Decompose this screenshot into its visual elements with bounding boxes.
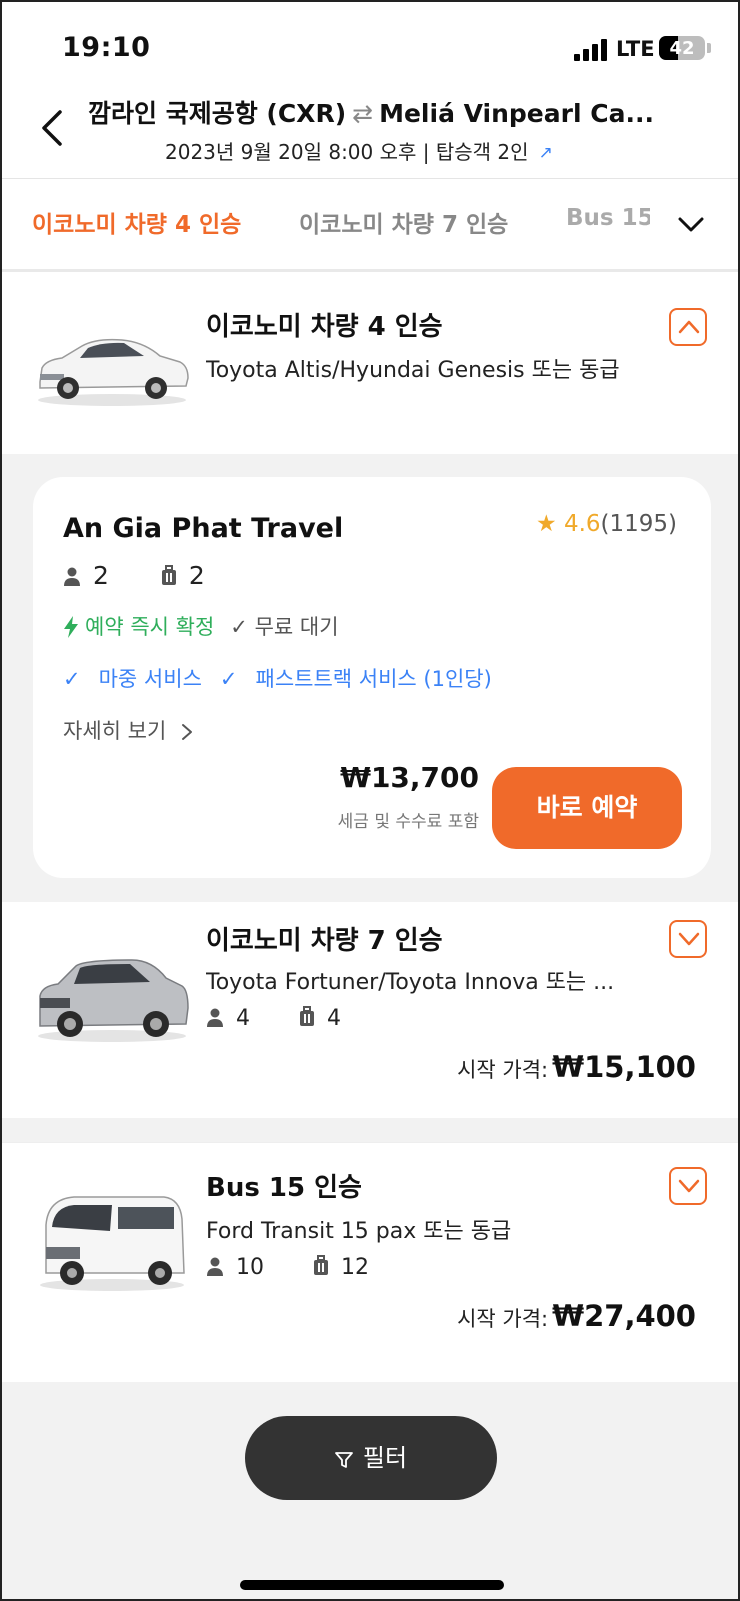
star-icon: ★: [536, 511, 557, 537]
chevron-right-icon: [181, 724, 192, 740]
check-icon: ✓: [219, 667, 238, 691]
from-price-value: ₩15,100: [552, 1050, 696, 1084]
filter-icon: [335, 1452, 353, 1468]
capacity: 4 4: [206, 1006, 383, 1031]
luggage-count: 12: [341, 1255, 369, 1280]
back-button[interactable]: [38, 108, 68, 148]
trip-subtitle[interactable]: 2023년 9월 20일 8:00 오후 | 탑승객 2인 ↗: [165, 136, 553, 165]
luggage-capacity: 12: [313, 1255, 369, 1280]
filter-button[interactable]: 필터: [245, 1416, 497, 1500]
meet-greet: ✓ 마중 서비스: [63, 667, 202, 691]
app-screen: 19:10 LTE 42 깜라인 국제공항 (CXR) ⇄ Meliá Vinpea…: [0, 0, 740, 1601]
offer-price: ₩13,700: [340, 761, 479, 794]
fast-track: ✓ 패스트트랙 서비스 (1인당): [220, 667, 492, 691]
person-icon: [207, 1257, 223, 1276]
vehicle-row-economy-7[interactable]: 이코노미 차량 7 인승 Toyota Fortuner/Toyota Inno…: [2, 902, 738, 1118]
vehicle-title: 이코노미 차량 4 인승: [206, 312, 443, 342]
vehicle-row-economy-4[interactable]: 이코노미 차량 4 인승 Toyota Altis/Hyundai Genesi…: [2, 272, 738, 454]
booking-features: 예약 즉시 확정 ✓ 무료 대기: [63, 611, 339, 641]
book-now-button[interactable]: 바로 예약: [492, 767, 682, 849]
fast-track-label: 패스트트랙 서비스 (1인당): [255, 667, 492, 691]
passenger-capacity: 10: [206, 1255, 264, 1280]
passenger-capacity: 2: [63, 561, 109, 590]
chevron-down-icon[interactable]: [678, 215, 704, 235]
route-header: 깜라인 국제공항 (CXR) ⇄ Meliá Vinpearl Ca... 2023…: [2, 82, 738, 178]
check-icon: ✓: [63, 667, 81, 691]
status-time: 19:10: [62, 32, 151, 63]
tab-bus-15[interactable]: Bus 15: [566, 205, 650, 231]
luggage-count: 2: [188, 561, 205, 590]
vehicle-model: Toyota Fortuner/Toyota Innova 또는 ...: [206, 970, 615, 995]
luggage-icon: [161, 565, 176, 585]
instant-confirm-label: 예약 즉시 확정: [85, 615, 215, 639]
chevron-up-icon: [678, 320, 700, 334]
passenger-count: 10: [236, 1255, 264, 1280]
free-wait: ✓ 무료 대기: [230, 615, 338, 639]
from-price: 시작 가격: ₩15,100: [457, 1050, 696, 1084]
swap-arrow-icon: ⇄: [352, 99, 374, 128]
luggage-icon: [300, 1006, 314, 1026]
signal-icon: [574, 39, 608, 61]
passenger-count: 2: [93, 561, 109, 590]
luggage-capacity: 2: [161, 561, 205, 590]
lightning-icon: [64, 616, 78, 638]
route-title: 깜라인 국제공항 (CXR) ⇄ Meliá Vinpearl Ca...: [88, 94, 654, 130]
tab-economy-7[interactable]: 이코노미 차량 7 인승: [299, 205, 508, 239]
details-link[interactable]: 자세히 보기: [63, 715, 193, 745]
from-price-value: ₩27,400: [552, 1299, 696, 1333]
from-label: 시작 가격:: [457, 1058, 549, 1082]
price-note: 세금 및 수수료 포함: [337, 812, 479, 832]
luggage-count: 4: [327, 1006, 341, 1031]
vehicle-title: Bus 15 인승: [206, 1173, 362, 1203]
check-icon: ✓: [230, 615, 255, 639]
luggage-capacity: 4: [299, 1006, 341, 1031]
chevron-down-icon: [678, 1179, 700, 1193]
van-image: [40, 1196, 185, 1291]
expand-button[interactable]: [669, 920, 707, 958]
offer-card[interactable]: An Gia Phat Travel ★ 4.6(1195) 2 2 예약 즉시…: [33, 477, 711, 878]
battery-level: 42: [669, 38, 695, 59]
filter-label: 필터: [362, 1444, 408, 1472]
network-label: LTE: [616, 37, 655, 61]
battery-tip: [707, 43, 711, 53]
luggage-icon: [314, 1255, 328, 1275]
trip-details: 2023년 9월 20일 8:00 오후 | 탑승객 2인: [165, 140, 529, 164]
review-count: (1195): [600, 511, 677, 537]
service-features: ✓ 마중 서비스 ✓ 패스트트랙 서비스 (1인당): [63, 663, 492, 693]
capacity: 10 12: [206, 1255, 411, 1280]
origin-label: 깜라인 국제공항 (CXR): [88, 99, 347, 128]
person-icon: [64, 567, 80, 586]
collapse-button[interactable]: [669, 308, 707, 346]
destination-label: Meliá Vinpearl Ca...: [379, 99, 654, 128]
rating: ★ 4.6(1195): [536, 511, 677, 537]
back-arrow-icon: [42, 110, 62, 146]
passenger-count: 4: [236, 1006, 250, 1031]
vehicle-title: 이코노미 차량 7 인승: [206, 926, 443, 956]
home-indicator[interactable]: [240, 1580, 504, 1590]
details-label: 자세히 보기: [63, 719, 167, 743]
edit-icon[interactable]: ↗: [539, 143, 553, 163]
sedan-image: [38, 338, 189, 406]
provider-name: An Gia Phat Travel: [63, 513, 344, 544]
tab-economy-4[interactable]: 이코노미 차량 4 인승: [32, 205, 241, 239]
person-icon: [207, 1008, 223, 1027]
from-price: 시작 가격: ₩27,400: [457, 1299, 696, 1333]
suv-image: [38, 959, 189, 1042]
from-label: 시작 가격:: [457, 1307, 549, 1331]
meet-greet-label: 마중 서비스: [98, 667, 202, 691]
rating-value: 4.6: [563, 511, 601, 537]
vehicle-tabs: 이코노미 차량 4 인승 이코노미 차량 7 인승 Bus 15: [2, 178, 738, 272]
chevron-down-icon: [678, 932, 700, 946]
instant-confirm: 예약 즉시 확정: [63, 615, 214, 639]
vehicle-model: Toyota Altis/Hyundai Genesis 또는 동급: [206, 358, 620, 383]
free-wait-label: 무료 대기: [254, 615, 339, 639]
battery-icon: 42: [659, 36, 705, 60]
vehicle-row-bus-15[interactable]: Bus 15 인승 Ford Transit 15 pax 또는 동급 10 1…: [2, 1142, 738, 1382]
capacity: 2 2: [63, 561, 249, 590]
status-bar: 19:10 LTE 42: [2, 2, 738, 82]
passenger-capacity: 4: [206, 1006, 250, 1031]
vehicle-model: Ford Transit 15 pax 또는 동급: [206, 1219, 512, 1244]
expand-button[interactable]: [669, 1167, 707, 1205]
